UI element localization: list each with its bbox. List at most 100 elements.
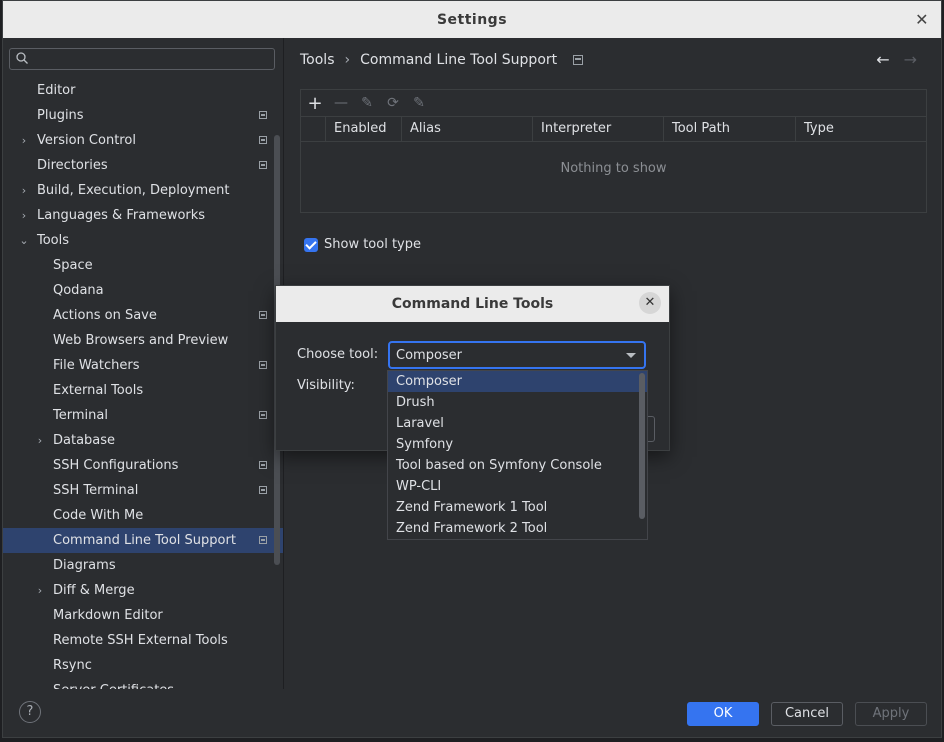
chevron-right-icon[interactable]: › xyxy=(17,178,31,203)
window-title: Settings xyxy=(436,11,508,28)
sidebar-item-label: Remote SSH External Tools xyxy=(53,633,228,648)
sidebar-item[interactable]: SSH Configurations xyxy=(3,453,283,478)
sidebar-item[interactable]: External Tools xyxy=(3,378,283,403)
breadcrumb-parent[interactable]: Tools xyxy=(300,52,335,68)
column-header[interactable]: Alias xyxy=(401,117,532,141)
dropdown-option[interactable]: Symfony xyxy=(388,434,647,455)
show-tool-type-checkbox[interactable] xyxy=(304,237,318,252)
dropdown-option[interactable]: Composer xyxy=(388,371,647,392)
project-level-icon xyxy=(259,411,267,419)
sidebar-item-label: Server Certificates xyxy=(53,678,174,689)
project-level-icon xyxy=(259,361,267,369)
sidebar-item-label: Rsync xyxy=(53,658,92,673)
dropdown-option[interactable]: Drush xyxy=(388,392,647,413)
cancel-button[interactable]: Cancel xyxy=(771,702,843,726)
sidebar-item[interactable]: › Version Control xyxy=(3,128,283,153)
project-level-icon xyxy=(259,461,267,469)
sidebar-item-label: Diff & Merge xyxy=(53,583,135,598)
sidebar-item[interactable]: Terminal xyxy=(3,403,283,428)
project-level-icon xyxy=(259,136,267,144)
sidebar-item[interactable]: Rsync xyxy=(3,653,283,678)
sidebar-item-label: Plugins xyxy=(37,108,84,123)
column-header[interactable]: Enabled xyxy=(325,117,401,141)
column-header[interactable]: Tool Path xyxy=(663,117,795,141)
sidebar-item-label: File Watchers xyxy=(53,358,140,373)
add-icon[interactable]: + xyxy=(305,93,325,114)
dropdown-option[interactable]: Zend Framework 2 Tool xyxy=(388,518,647,539)
sidebar-item[interactable]: Space xyxy=(3,253,283,278)
chevron-right-icon[interactable]: › xyxy=(33,578,47,603)
dropdown-option[interactable]: Tool based on Symfony Console xyxy=(388,455,647,476)
pencil-icon[interactable]: ✎ xyxy=(409,93,429,113)
chevron-down-icon xyxy=(626,353,636,358)
chevron-down-icon[interactable]: ⌄ xyxy=(17,228,31,253)
ok-button[interactable]: OK xyxy=(687,702,759,726)
sidebar-item[interactable]: › Build, Execution, Deployment xyxy=(3,178,283,203)
sidebar-item[interactable]: Web Browsers and Preview xyxy=(3,328,283,353)
sidebar-item[interactable]: › Languages & Frameworks xyxy=(3,203,283,228)
search-icon xyxy=(16,52,28,64)
settings-tree: Editor Plugins › Version Control Directories… xyxy=(3,78,283,689)
project-level-icon xyxy=(259,111,267,119)
project-level-icon xyxy=(259,311,267,319)
table-header: Enabled Alias Interpreter Tool Path Type xyxy=(301,117,926,142)
sidebar-item-label: Code With Me xyxy=(53,508,144,523)
chevron-right-icon[interactable]: › xyxy=(17,128,31,153)
sidebar-item-label: Space xyxy=(53,258,93,273)
dropdown-option[interactable]: Zend Framework 1 Tool xyxy=(388,497,647,518)
sidebar-item-label: Markdown Editor xyxy=(53,608,163,623)
close-icon[interactable]: ✕ xyxy=(915,10,929,29)
sidebar-item[interactable]: Directories xyxy=(3,153,283,178)
sidebar-item[interactable]: File Watchers xyxy=(3,353,283,378)
sidebar-item[interactable]: Editor xyxy=(3,78,283,103)
dropdown-option[interactable]: WP-CLI xyxy=(388,476,647,497)
button-bar: ? OK Cancel Apply xyxy=(3,689,941,737)
column-header[interactable]: Type xyxy=(795,117,926,141)
dropdown-scrollbar[interactable] xyxy=(639,373,645,519)
sidebar-item[interactable]: Qodana xyxy=(3,278,283,303)
remove-icon[interactable]: — xyxy=(331,93,351,113)
sidebar-item[interactable]: Server Certificates xyxy=(3,678,283,689)
tool-dropdown-list: Composer Drush Laravel Symfony Tool based on… xyxy=(387,370,648,540)
table-toolbar: + — ✎ ⟳ ✎ xyxy=(301,90,926,117)
project-level-icon xyxy=(573,55,584,65)
back-arrow-icon[interactable]: ← xyxy=(876,50,889,69)
sidebar-item[interactable]: Diagrams xyxy=(3,553,283,578)
sidebar-item[interactable]: ⌄ Tools xyxy=(3,228,283,253)
sidebar-item[interactable]: › Database xyxy=(3,428,283,453)
sidebar-item[interactable]: Markdown Editor xyxy=(3,603,283,628)
search-input[interactable] xyxy=(9,48,275,70)
choose-tool-select[interactable]: Composer xyxy=(388,341,646,369)
sidebar-item[interactable]: Code With Me xyxy=(3,503,283,528)
sidebar-item[interactable]: Plugins xyxy=(3,103,283,128)
help-icon[interactable]: ? xyxy=(19,701,41,723)
sidebar-item-label: Version Control xyxy=(37,133,136,148)
show-tool-type-label: Show tool type xyxy=(324,237,421,252)
tools-table: + — ✎ ⟳ ✎ Enabled Alias Interpreter Tool… xyxy=(300,89,927,213)
sidebar-item[interactable]: Actions on Save xyxy=(3,303,283,328)
sidebar-item-label: Build, Execution, Deployment xyxy=(37,183,230,198)
breadcrumb-current: Command Line Tool Support xyxy=(360,52,558,68)
sidebar-item-label: Database xyxy=(53,433,116,448)
sidebar-item-label: Qodana xyxy=(53,283,104,298)
show-tool-type-row[interactable]: Show tool type xyxy=(304,237,421,252)
refresh-icon[interactable]: ⟳ xyxy=(383,93,403,113)
selected-tool-value: Composer xyxy=(396,348,463,363)
sidebar-item-label: SSH Configurations xyxy=(53,458,179,473)
edit-icon[interactable]: ✎ xyxy=(357,93,377,113)
sidebar-item[interactable]: › Diff & Merge xyxy=(3,578,283,603)
forward-arrow-icon[interactable]: → xyxy=(904,50,917,69)
dropdown-option[interactable]: Laravel xyxy=(388,413,647,434)
title-bar: Settings ✕ xyxy=(3,1,941,38)
dialog-close-icon[interactable]: ✕ xyxy=(639,292,661,314)
visibility-label: Visibility: xyxy=(297,378,355,393)
breadcrumb-separator: › xyxy=(344,52,351,68)
sidebar-item[interactable]: SSH Terminal xyxy=(3,478,283,503)
chevron-right-icon[interactable]: › xyxy=(33,428,47,453)
sidebar-item[interactable]: Command Line Tool Support xyxy=(3,528,283,553)
apply-button[interactable]: Apply xyxy=(855,702,927,726)
sidebar-item[interactable]: Remote SSH External Tools xyxy=(3,628,283,653)
column-header[interactable]: Interpreter xyxy=(532,117,663,141)
chevron-right-icon[interactable]: › xyxy=(17,203,31,228)
sidebar-item-label: Command Line Tool Support xyxy=(53,533,236,548)
